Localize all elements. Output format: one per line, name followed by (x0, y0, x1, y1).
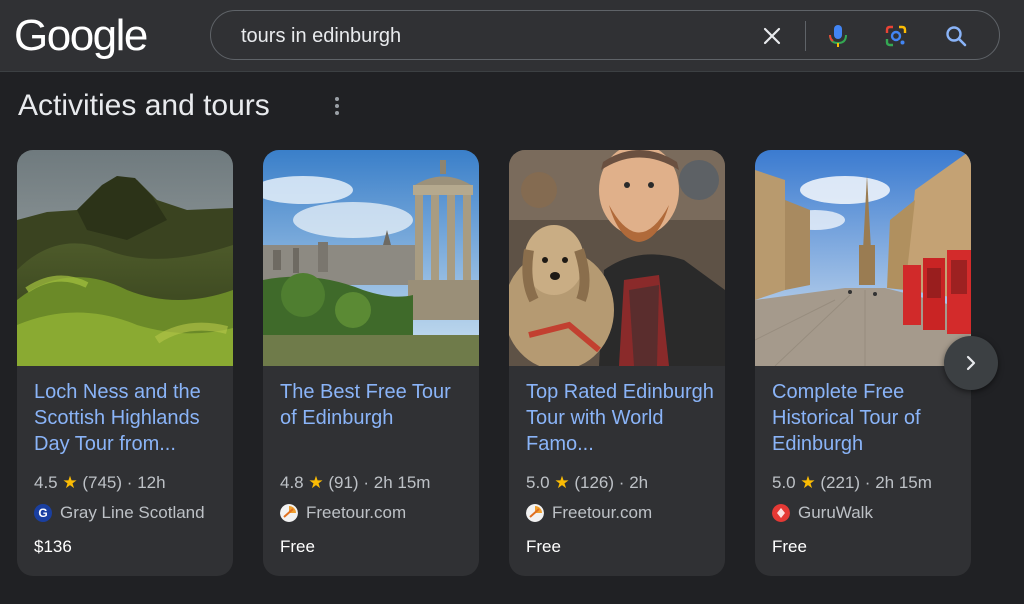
guruwalk-logo-icon (772, 504, 790, 522)
tour-price: Free (772, 537, 807, 556)
search-box[interactable]: tours in edinburgh (210, 10, 1000, 60)
tour-card[interactable]: Loch Ness and the Scottish Highlands Day… (17, 150, 233, 576)
rating-value: 5.0 (772, 473, 796, 492)
lens-search-button[interactable] (881, 21, 911, 51)
search-button[interactable] (941, 21, 971, 51)
tour-title[interactable]: The Best Free Tour of Edinburgh (280, 379, 468, 431)
google-logo[interactable]: Google (14, 10, 148, 62)
tour-provider: Freetour.com (526, 502, 652, 524)
search-divider (805, 21, 806, 51)
tour-card[interactable]: The Best Free Tour of Edinburgh 4.8 ★ (9… (263, 150, 479, 576)
tour-price: Free (526, 537, 561, 556)
chevron-right-icon (966, 355, 976, 371)
tour-image-royal-mile[interactable] (755, 150, 971, 366)
provider-name: Gray Line Scotland (60, 503, 205, 522)
review-count: (221) (820, 473, 861, 492)
star-icon: ★ (308, 473, 324, 492)
voice-search-button[interactable] (823, 21, 853, 51)
tour-image-highlands[interactable] (17, 150, 233, 366)
carousel-next-button[interactable] (944, 336, 998, 390)
tour-duration: 2h (629, 473, 649, 492)
microphone-icon (829, 25, 847, 47)
tour-meta: 4.5 ★ (745) · 12h (34, 472, 166, 494)
tour-title[interactable]: Loch Ness and the Scottish Highlands Day… (34, 379, 222, 457)
tour-title[interactable]: Top Rated Edinburgh Tour with World Famo… (526, 379, 714, 457)
star-icon: ★ (62, 473, 78, 492)
tour-image-calton-hill[interactable] (263, 150, 479, 366)
search-input[interactable]: tours in edinburgh (241, 25, 401, 47)
section-title: Activities and tours (18, 89, 270, 122)
tour-provider: GuruWalk (772, 502, 873, 524)
rating-value: 5.0 (526, 473, 550, 492)
tour-price: Free (280, 537, 315, 556)
meta-separator: · (363, 473, 369, 492)
rating-value: 4.5 (34, 473, 58, 492)
star-icon: ★ (800, 473, 816, 492)
tour-duration: 12h (137, 473, 166, 492)
meta-separator: · (864, 473, 871, 492)
rating-value: 4.8 (280, 473, 304, 492)
grayline-logo-icon: G (34, 504, 52, 522)
tour-duration: 2h 15m (373, 473, 431, 492)
close-icon (763, 27, 781, 45)
review-count: (745) (82, 473, 123, 492)
freetour-logo-icon (280, 504, 298, 522)
google-lens-icon (885, 25, 907, 47)
tour-meta: 5.0 ★ (221) · 2h 15m (772, 472, 932, 494)
tour-meta: 4.8 ★ (91) · 2h 15m (280, 472, 430, 494)
more-vert-icon[interactable] (330, 94, 344, 118)
review-count: (91) (328, 473, 359, 492)
provider-name: Freetour.com (306, 503, 407, 522)
tour-image-guide-with-dog[interactable] (509, 150, 725, 366)
meta-separator: · (618, 473, 625, 492)
review-count: (126) (574, 473, 615, 492)
star-icon: ★ (554, 473, 570, 492)
tour-provider: G Gray Line Scotland (34, 502, 205, 524)
tour-provider: Freetour.com (280, 502, 406, 524)
clear-button[interactable] (757, 21, 787, 51)
tour-duration: 2h 15m (875, 473, 932, 492)
freetour-logo-icon (526, 504, 544, 522)
top-bar: Google tours in edinburgh (0, 0, 1024, 72)
provider-name: GuruWalk (798, 503, 873, 522)
tour-title[interactable]: Complete Free Historical Tour of Edinbur… (772, 379, 960, 457)
tour-meta: 5.0 ★ (126) · 2h (526, 472, 648, 494)
provider-name: Freetour.com (552, 503, 653, 522)
tour-card[interactable]: Complete Free Historical Tour of Edinbur… (755, 150, 971, 576)
tour-card[interactable]: Top Rated Edinburgh Tour with World Famo… (509, 150, 725, 576)
tour-price: $136 (34, 537, 72, 556)
search-icon (946, 26, 967, 47)
meta-separator: · (126, 473, 133, 492)
